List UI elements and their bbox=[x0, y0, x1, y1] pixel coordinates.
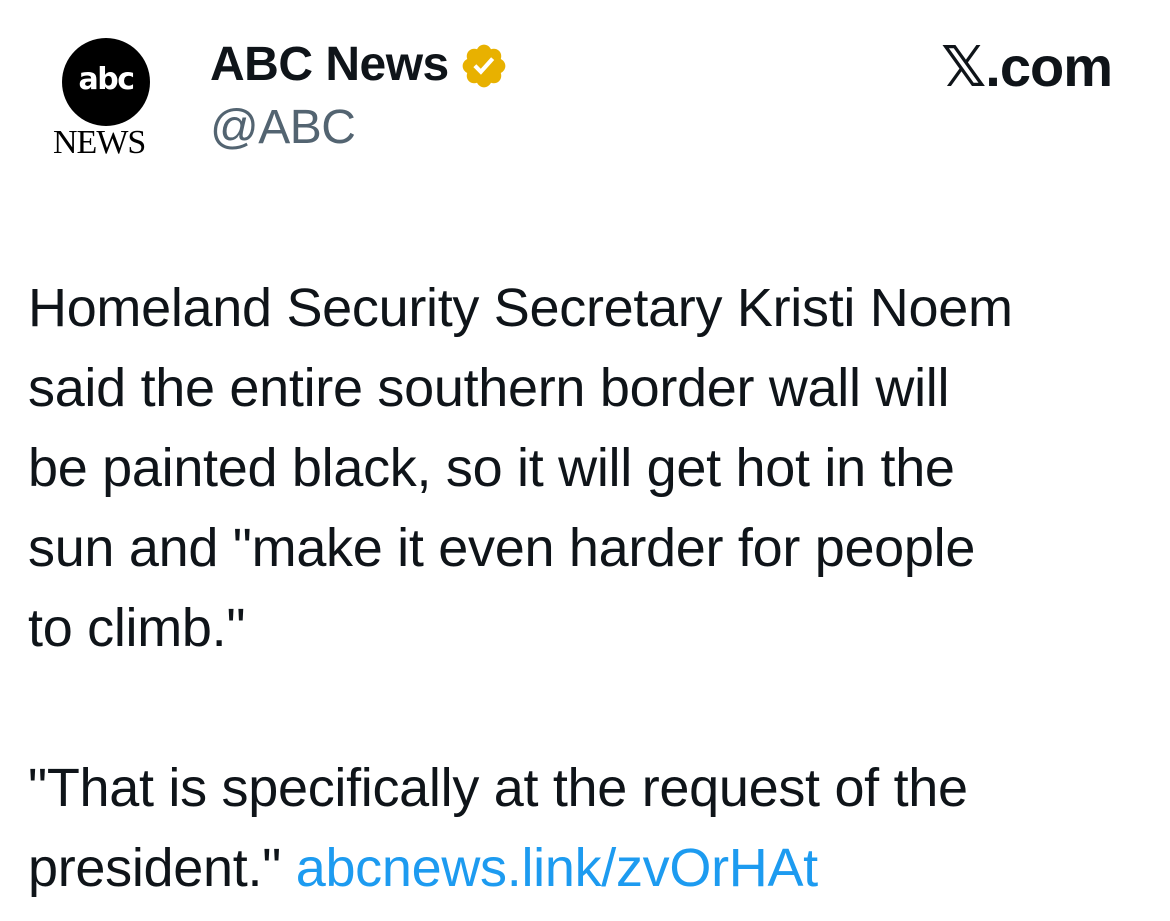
avatar[interactable]: abc NEWS bbox=[50, 38, 162, 161]
tweet-text: Homeland Security Secretary Kristi Noem … bbox=[28, 268, 1148, 908]
author-identity: ABC News @ABC bbox=[210, 34, 509, 155]
tweet-card: abc NEWS ABC News @ABC 𝕏.com Homeland Se… bbox=[0, 0, 1170, 921]
tweet-paragraph-2: "That is specifically at the request of … bbox=[28, 748, 1148, 908]
tweet-paragraph-1: Homeland Security Secretary Kristi Noem … bbox=[28, 278, 1013, 658]
article-link[interactable]: abcnews.link/zvOrHAt bbox=[296, 838, 818, 898]
name-row: ABC News bbox=[210, 34, 509, 94]
logo-news-text: NEWS bbox=[53, 124, 146, 161]
verified-badge-icon bbox=[462, 44, 506, 88]
source-label: 𝕏.com bbox=[941, 35, 1113, 98]
display-name[interactable]: ABC News bbox=[210, 37, 449, 92]
abc-logo-circle: abc bbox=[62, 38, 150, 126]
logo-abc-text: abc bbox=[78, 61, 135, 97]
handle[interactable]: @ABC bbox=[210, 100, 509, 155]
